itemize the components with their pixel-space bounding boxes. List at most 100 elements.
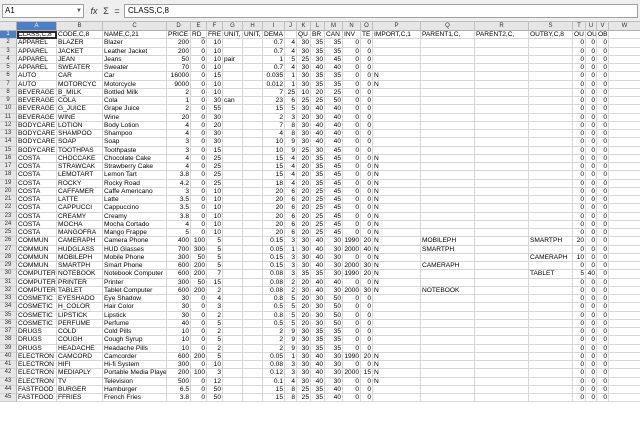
table-cell[interactable]: 30 bbox=[207, 97, 223, 106]
table-cell[interactable]: SMARTPH bbox=[529, 237, 573, 246]
table-cell[interactable]: 0 bbox=[361, 229, 373, 238]
table-cell[interactable]: 30 bbox=[325, 262, 343, 271]
table-cell[interactable]: 20 bbox=[263, 196, 285, 205]
table-cell[interactable] bbox=[373, 394, 421, 403]
table-cell[interactable]: 0 bbox=[361, 187, 373, 196]
table-cell[interactable] bbox=[223, 80, 243, 89]
table-cell[interactable]: 3 bbox=[285, 369, 297, 378]
table-cell[interactable]: 0.8 bbox=[263, 311, 285, 320]
table-cell[interactable]: Sweater bbox=[103, 64, 167, 73]
table-cell[interactable]: 25 bbox=[297, 385, 311, 394]
table-cell[interactable]: 200 bbox=[191, 262, 207, 271]
table-cell[interactable]: ELECTRON bbox=[17, 369, 57, 378]
table-cell[interactable]: SMARTPH bbox=[57, 262, 103, 271]
table-cell[interactable] bbox=[243, 385, 263, 394]
table-cell[interactable]: 0 bbox=[586, 344, 597, 353]
table-cell[interactable] bbox=[421, 336, 475, 345]
table-cell[interactable]: 0 bbox=[586, 130, 597, 139]
table-cell[interactable]: N bbox=[373, 163, 421, 172]
table-cell[interactable]: 30 bbox=[325, 377, 343, 386]
table-cell[interactable]: 20 bbox=[297, 163, 311, 172]
table-cell[interactable]: 20 bbox=[297, 154, 311, 163]
table-cell[interactable]: 0 bbox=[586, 64, 597, 73]
table-cell[interactable]: 35 bbox=[311, 72, 325, 81]
table-cell[interactable]: 0 bbox=[191, 179, 207, 188]
table-cell[interactable]: UNIT, bbox=[243, 31, 263, 40]
table-cell[interactable]: 1 bbox=[285, 80, 297, 89]
table-cell[interactable]: 30 bbox=[297, 64, 311, 73]
table-cell[interactable] bbox=[529, 130, 573, 139]
table-cell[interactable]: 45 bbox=[325, 171, 343, 180]
table-cell[interactable] bbox=[475, 385, 529, 394]
column-header-a[interactable]: A bbox=[17, 22, 57, 31]
table-cell[interactable]: 0 bbox=[343, 204, 361, 213]
table-cell[interactable]: 0 bbox=[586, 229, 597, 238]
table-cell[interactable] bbox=[529, 88, 573, 97]
table-cell[interactable]: 35 bbox=[311, 163, 325, 172]
table-cell[interactable]: 0 bbox=[361, 253, 373, 262]
table-cell[interactable] bbox=[223, 130, 243, 139]
table-cell[interactable]: 9000 bbox=[167, 80, 191, 89]
table-cell[interactable]: 0 bbox=[597, 352, 609, 361]
row-header[interactable]: 3 bbox=[0, 47, 17, 56]
table-cell[interactable]: 0 bbox=[597, 311, 609, 320]
table-cell[interactable]: 50 bbox=[325, 295, 343, 304]
table-cell[interactable]: 0.15 bbox=[263, 253, 285, 262]
table-cell[interactable]: 3 bbox=[285, 237, 297, 246]
table-cell[interactable]: 0 bbox=[573, 385, 586, 394]
table-cell[interactable] bbox=[373, 39, 421, 48]
table-cell[interactable]: NOTEBOOK bbox=[57, 270, 103, 279]
table-cell[interactable]: 0 bbox=[586, 204, 597, 213]
table-cell[interactable]: 0 bbox=[343, 163, 361, 172]
table-cell[interactable]: Lemon Tart bbox=[103, 171, 167, 180]
table-cell[interactable]: 0 bbox=[597, 262, 609, 271]
table-cell[interactable]: 10 bbox=[207, 64, 223, 73]
table-cell[interactable]: 600 bbox=[167, 352, 191, 361]
table-cell[interactable]: 0 bbox=[573, 245, 586, 254]
table-cell[interactable] bbox=[529, 171, 573, 180]
table-cell[interactable]: Tablet Computer bbox=[103, 286, 167, 295]
table-cell[interactable] bbox=[475, 319, 529, 328]
table-cell[interactable] bbox=[475, 105, 529, 114]
table-cell[interactable] bbox=[421, 295, 475, 304]
table-cell[interactable]: 0 bbox=[597, 303, 609, 312]
table-cell[interactable] bbox=[475, 220, 529, 229]
table-cell[interactable] bbox=[609, 361, 640, 370]
table-cell[interactable]: 0 bbox=[343, 319, 361, 328]
select-all-corner[interactable] bbox=[0, 22, 17, 31]
table-cell[interactable]: N bbox=[373, 352, 421, 361]
table-cell[interactable]: 0 bbox=[343, 303, 361, 312]
table-cell[interactable]: 35 bbox=[311, 171, 325, 180]
table-cell[interactable] bbox=[529, 121, 573, 130]
table-cell[interactable]: 15 bbox=[207, 278, 223, 287]
table-cell[interactable]: Rocky Road bbox=[103, 179, 167, 188]
table-cell[interactable]: 30 bbox=[311, 55, 325, 64]
table-cell[interactable]: COMMUN bbox=[17, 245, 57, 254]
table-cell[interactable] bbox=[475, 97, 529, 106]
table-cell[interactable]: 30 bbox=[297, 344, 311, 353]
table-cell[interactable] bbox=[529, 212, 573, 221]
table-cell[interactable]: COSTA bbox=[17, 163, 57, 172]
table-cell[interactable]: 0 bbox=[573, 88, 586, 97]
table-cell[interactable]: N bbox=[373, 237, 421, 246]
table-cell[interactable]: 40 bbox=[325, 121, 343, 130]
table-cell[interactable]: 10 bbox=[263, 138, 285, 147]
table-cell[interactable]: 0 bbox=[586, 212, 597, 221]
table-cell[interactable]: N bbox=[373, 171, 421, 180]
table-cell[interactable] bbox=[243, 328, 263, 337]
table-cell[interactable]: 10 bbox=[207, 39, 223, 48]
table-cell[interactable]: 0 bbox=[191, 344, 207, 353]
table-cell[interactable]: 30 bbox=[325, 352, 343, 361]
table-cell[interactable]: 3 bbox=[285, 113, 297, 122]
table-cell[interactable]: 45 bbox=[325, 220, 343, 229]
table-cell[interactable]: 30 bbox=[311, 319, 325, 328]
table-cell[interactable]: CAMERAPH bbox=[529, 253, 573, 262]
table-cell[interactable] bbox=[529, 55, 573, 64]
table-cell[interactable]: IMPORT,C,1 bbox=[373, 31, 421, 40]
table-cell[interactable] bbox=[609, 229, 640, 238]
table-cell[interactable] bbox=[609, 386, 640, 394]
table-cell[interactable]: 0 bbox=[597, 154, 609, 163]
table-cell[interactable]: HUD Glasses bbox=[103, 245, 167, 254]
table-cell[interactable]: 20 bbox=[297, 113, 311, 122]
table-cell[interactable] bbox=[373, 55, 421, 64]
